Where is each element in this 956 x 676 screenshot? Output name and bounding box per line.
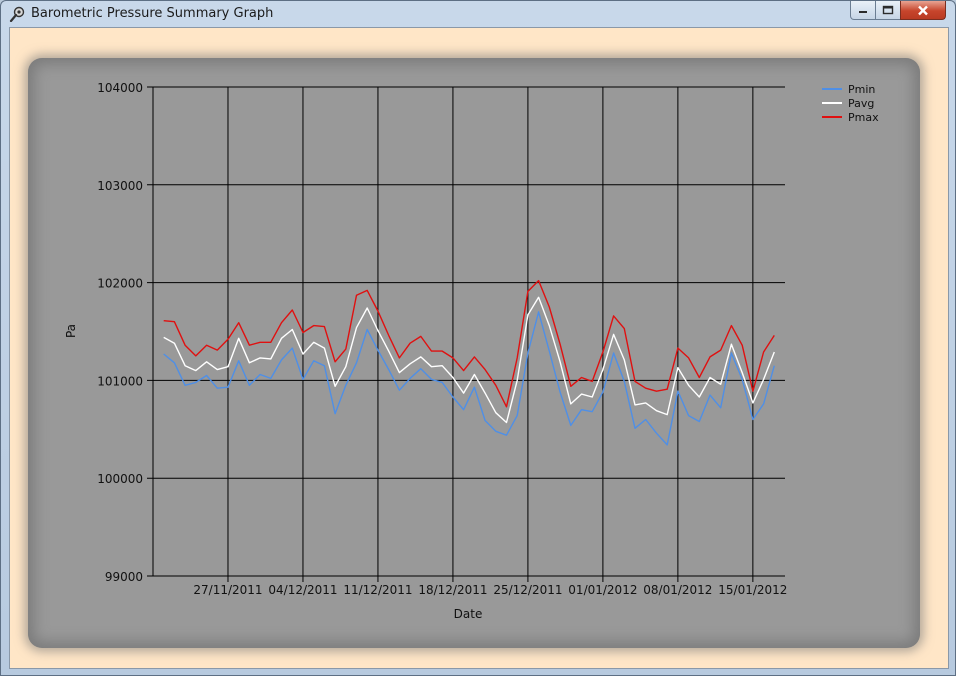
series-line-pmin xyxy=(163,311,775,446)
legend-item-label: Pmin xyxy=(848,83,875,96)
chart-series xyxy=(163,279,775,446)
y-tick-label: 101000 xyxy=(97,374,143,388)
y-tick-label: 103000 xyxy=(97,179,143,193)
x-axis-ticks: 27/11/2011 04/12/2011 11/12/2011 18/12/2011… xyxy=(193,583,787,597)
chart-legend: PminPavgPmax xyxy=(822,83,879,124)
pressure-chart: 99000 100000 101000 102000 103000 104000 27/1… xyxy=(64,81,879,621)
x-tick-label: 01/01/2012 xyxy=(568,583,637,597)
chart-grid xyxy=(147,86,785,582)
x-axis-label: Date xyxy=(454,607,483,621)
x-tick-label: 25/12/2011 xyxy=(493,583,562,597)
y-tick-label: 102000 xyxy=(97,277,143,291)
legend-item-label: Pmax xyxy=(848,111,879,124)
y-tick-label: 99000 xyxy=(105,570,143,584)
x-tick-label: 08/01/2012 xyxy=(643,583,712,597)
x-tick-label: 15/01/2012 xyxy=(718,583,787,597)
y-axis-ticks: 99000 100000 101000 102000 103000 104000 xyxy=(97,81,143,584)
x-tick-label: 11/12/2011 xyxy=(343,583,412,597)
y-axis-label: Pa xyxy=(64,324,78,338)
x-tick-label: 18/12/2011 xyxy=(418,583,487,597)
y-tick-label: 100000 xyxy=(97,472,143,486)
series-line-pmax xyxy=(163,279,775,408)
y-tick-label: 104000 xyxy=(97,81,143,95)
legend-item-label: Pavg xyxy=(848,97,874,110)
x-tick-label: 04/12/2011 xyxy=(268,583,337,597)
x-tick-label: 27/11/2011 xyxy=(193,583,262,597)
